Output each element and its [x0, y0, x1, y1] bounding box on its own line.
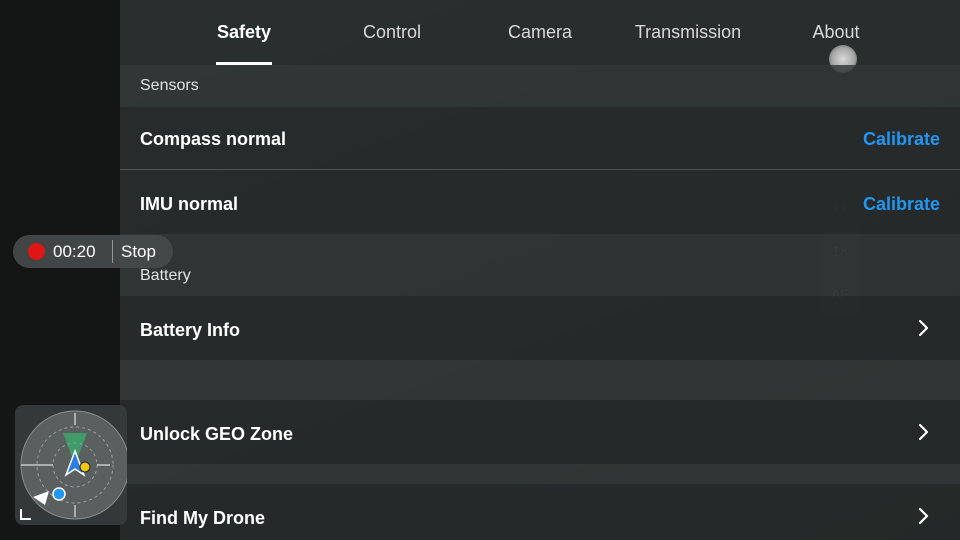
record-dot-icon: [28, 243, 45, 260]
section-spacer: [120, 360, 960, 400]
sensors-section-header: Sensors: [120, 65, 960, 107]
section-spacer: [120, 464, 960, 484]
tab-safety[interactable]: Safety: [217, 22, 271, 43]
imu-calibrate-button[interactable]: Calibrate: [863, 194, 940, 215]
divider: [112, 240, 113, 263]
unlock-geo-zone-label: Unlock GEO Zone: [140, 424, 294, 444]
stop-recording-button[interactable]: Stop: [121, 242, 156, 262]
battery-section-header: Battery: [120, 234, 960, 296]
chevron-right-icon: [918, 507, 929, 525]
compass-status: Compass normal: [140, 129, 287, 149]
imu-status: IMU normal: [140, 194, 239, 214]
recording-time: 00:20: [53, 242, 96, 261]
tab-transmission[interactable]: Transmission: [635, 22, 741, 43]
radar-icon: [20, 410, 127, 520]
compass-row: Compass normal Calibrate: [120, 107, 960, 169]
imu-row: IMU normal Calibrate: [120, 170, 960, 234]
battery-info-label: Battery Info: [140, 320, 241, 340]
battery-header-label: Battery: [140, 267, 191, 284]
chevron-right-icon: [918, 319, 929, 337]
sensors-header-label: Sensors: [140, 77, 199, 94]
recording-indicator: 00:20 Stop: [13, 235, 173, 268]
tab-camera[interactable]: Camera: [508, 22, 572, 43]
mini-radar-map[interactable]: [15, 405, 127, 525]
unlock-geo-zone-row[interactable]: Unlock GEO Zone: [120, 400, 960, 464]
battery-info-row[interactable]: Battery Info: [120, 296, 960, 360]
find-my-drone-label: Find My Drone: [140, 508, 265, 528]
compass-calibrate-button[interactable]: Calibrate: [863, 129, 940, 150]
chevron-right-icon: [918, 423, 929, 441]
find-my-drone-row[interactable]: Find My Drone: [120, 484, 960, 540]
tab-about[interactable]: About: [812, 22, 859, 43]
tab-control[interactable]: Control: [363, 22, 421, 43]
